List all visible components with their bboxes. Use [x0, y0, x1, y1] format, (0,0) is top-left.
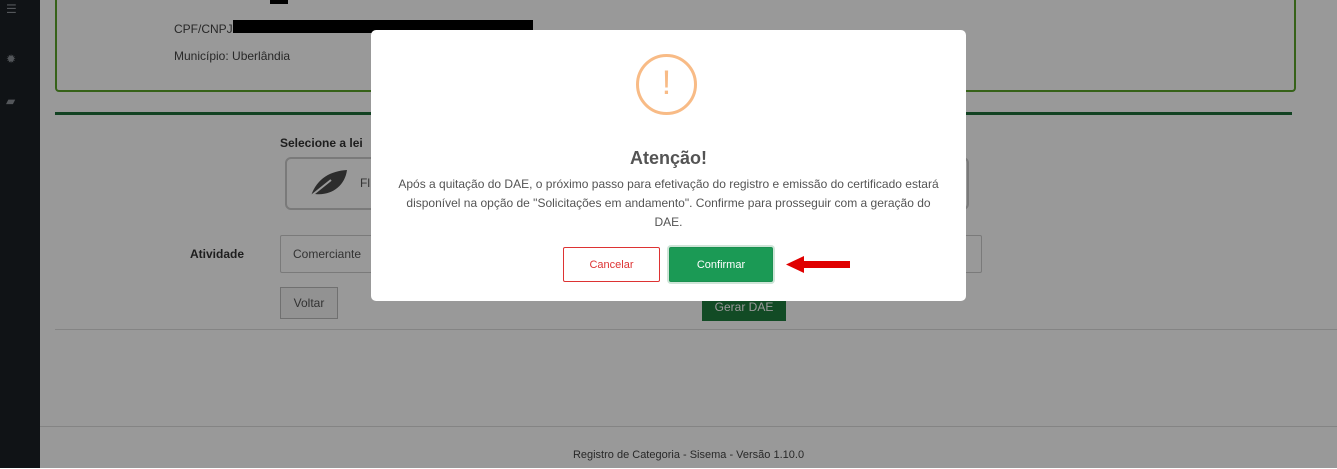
- dialog-message: Após a quitação do DAE, o próximo passo …: [398, 177, 939, 229]
- cancel-button[interactable]: Cancelar: [563, 247, 660, 282]
- warning-icon-glyph: !: [661, 64, 672, 102]
- warning-icon: !: [636, 54, 697, 115]
- dialog-title: Atenção!: [629, 148, 707, 168]
- confirmation-dialog: ! Atenção! Após a quitação do DAE, o pró…: [371, 30, 966, 301]
- arrow-left-icon: [786, 256, 850, 273]
- confirm-button[interactable]: Confirmar: [669, 247, 773, 282]
